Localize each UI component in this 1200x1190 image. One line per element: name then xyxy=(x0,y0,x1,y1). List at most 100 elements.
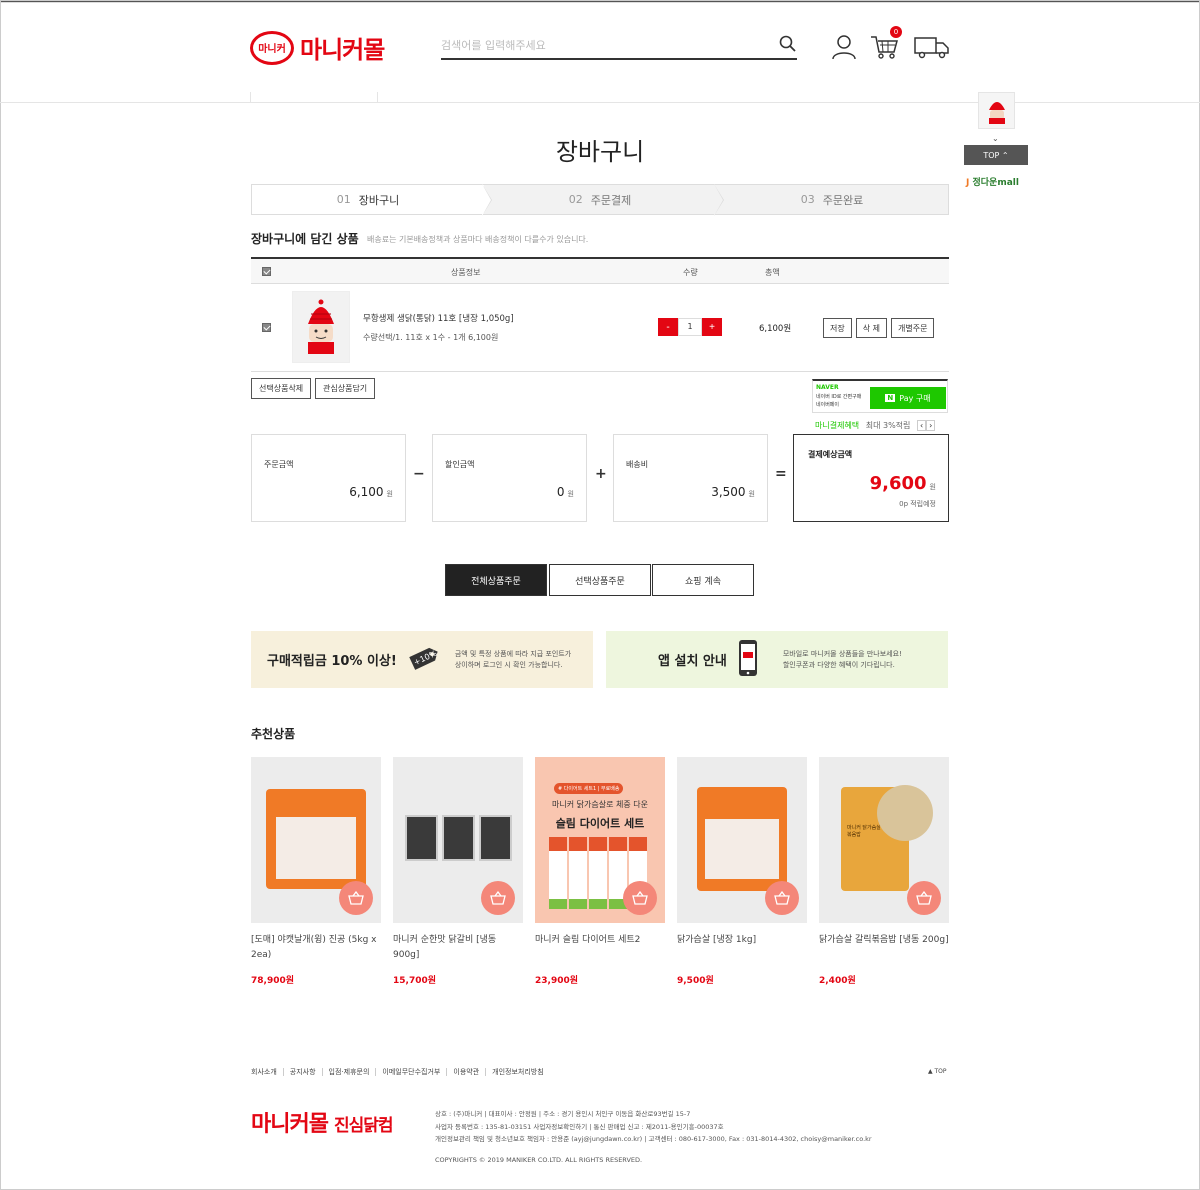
benefit-next-arrow[interactable]: › xyxy=(926,420,936,431)
site-logo[interactable]: 마니커 마니커몰 xyxy=(250,30,385,65)
company-info-line-2: 사업자 등록번호 : 135-81-03151 사업자정보확인하기 | 통신 판… xyxy=(435,1122,724,1131)
search-icon[interactable] xyxy=(779,35,797,56)
order-all-button[interactable]: 전체상품주문 xyxy=(445,564,547,596)
add-to-wishlist-button[interactable]: 관심상품담기 xyxy=(315,378,376,399)
product-card[interactable]: 닭가슴살 [냉장 1kg] 9,500원 xyxy=(677,757,807,986)
step-number: 02 xyxy=(568,193,583,206)
points-banner[interactable]: 구매적립금 10% 이상! +10% 금액 및 특정 상품에 따라 지급 포인트… xyxy=(251,631,593,688)
product-card-name[interactable]: 마니커 슬림 다이어트 세트2 xyxy=(535,933,665,965)
step-payment: 02 주문결제 xyxy=(484,184,724,216)
naver-pay-box: NAVER 네이버 ID로 간편구매 네이버페이 N Pay 구매 xyxy=(812,379,948,413)
product-image[interactable] xyxy=(251,757,381,923)
minus-operator: − xyxy=(413,466,425,482)
shipping-policy-note: 배송료는 기본배송정책과 상품마다 배송정책이 다를수가 있습니다. xyxy=(367,235,589,244)
product-card-price: 9,500원 xyxy=(677,976,714,986)
product-card-name[interactable]: 마니커 순한맛 닭갈비 [냉동 900g] xyxy=(393,933,523,965)
add-to-cart-icon[interactable] xyxy=(907,881,941,915)
product-card-name[interactable]: 닭가슴살 [냉장 1kg] xyxy=(677,933,807,965)
col-product-info: 상품정보 xyxy=(451,268,481,277)
footer-logo-sub: 진심닭컴 xyxy=(333,1116,394,1136)
footer-top-link[interactable]: ▲ TOP xyxy=(928,1068,947,1075)
delivery-truck-icon[interactable] xyxy=(914,34,950,63)
expected-points: 0p 적립예정 xyxy=(899,500,936,508)
quantity-stepper: - 1 + xyxy=(658,318,722,336)
add-to-cart-icon[interactable] xyxy=(481,881,515,915)
product-card[interactable]: [도매] 야캣날개(윙) 진공 (5kg x 2ea) 78,900원 xyxy=(251,757,381,986)
final-amount-label: 결제예상금액 xyxy=(808,450,853,459)
cart-item-row: 무항생제 생닭(통닭) 11호 [냉장 1,050g] 수량선택/1. 11호 … xyxy=(251,284,949,372)
won-unit: 원 xyxy=(929,483,936,491)
benefit-label[interactable]: 마니결제혜택 xyxy=(815,421,859,430)
save-item-button[interactable]: 저장 xyxy=(823,318,852,338)
order-selected-button[interactable]: 선택상품주문 xyxy=(549,564,651,596)
product-image[interactable] xyxy=(393,757,523,923)
product-card-price: 2,400원 xyxy=(819,976,856,986)
search-input[interactable] xyxy=(441,38,741,52)
smartphone-icon xyxy=(737,639,759,680)
naver-pay-button[interactable]: N Pay 구매 xyxy=(870,387,946,409)
page-title: 장바구니 xyxy=(555,138,645,166)
footer-link[interactable]: 공지사항 xyxy=(282,1068,322,1076)
app-desc-1: 모바일로 마니커몰 상품들을 만나보세요! xyxy=(782,649,902,658)
category-nav-stub xyxy=(250,92,378,102)
product-card[interactable]: # 다이어트 세트1 | 무료배송 마니커 닭가슴살로 체중 다운 슬림 다이어… xyxy=(535,757,665,986)
cart-section-title: 장바구니에 담긴 상품 xyxy=(251,232,359,246)
step-complete: 03 주문완료 xyxy=(716,185,948,214)
qty-plus-button[interactable]: + xyxy=(702,318,722,336)
order-amount-box: 주문금액 6,100 원 xyxy=(251,434,406,522)
product-card[interactable]: 마니커 닭가슴살 갈릭 볶음밥 닭가슴살 갈릭볶음밥 [냉동 200g] 2,4… xyxy=(819,757,949,986)
package-graphic xyxy=(697,787,787,891)
footer-link[interactable]: 이메일무단수집거부 xyxy=(375,1068,446,1076)
benefit-prev-arrow[interactable]: ‹ xyxy=(916,420,927,431)
select-all-checkbox[interactable] xyxy=(262,267,271,276)
quick-mascot-image[interactable] xyxy=(978,92,1015,129)
company-info-line-1: 상호 : (주)마니커 | 대표이사 : 안정원 | 주소 : 경기 용인시 처… xyxy=(435,1110,691,1118)
step-label: 주문결제 xyxy=(590,193,632,207)
won-unit: 원 xyxy=(748,490,755,498)
step-arrow-fill xyxy=(714,184,723,216)
product-image[interactable]: 마니커 닭가슴살 갈릭 볶음밥 xyxy=(819,757,949,923)
naver-desc-1: 네이버 ID로 간편구매 xyxy=(816,394,862,400)
qty-minus-button[interactable]: - xyxy=(658,318,678,336)
product-card-name[interactable]: 닭가슴살 갈릭볶음밥 [냉동 200g] xyxy=(819,933,949,965)
qty-input[interactable]: 1 xyxy=(678,318,702,336)
product-image[interactable] xyxy=(677,757,807,923)
product-image[interactable]: # 다이어트 세트1 | 무료배송 마니커 닭가슴살로 체중 다운 슬림 다이어… xyxy=(535,757,665,923)
item-checkbox[interactable] xyxy=(262,323,271,332)
cart-icon[interactable]: 0 xyxy=(870,26,902,63)
add-to-cart-icon[interactable] xyxy=(339,881,373,915)
step-cart: 01 장바구니 xyxy=(252,184,492,216)
product-name[interactable]: 무항생제 생닭(통닭) 11호 [냉장 1,050g] xyxy=(363,312,514,324)
delete-selected-button[interactable]: 선택상품삭제 xyxy=(251,378,312,399)
delete-item-button[interactable]: 삭 제 xyxy=(855,318,887,338)
points-desc-1: 금액 및 특정 상품에 따라 지급 포인트가 xyxy=(454,649,572,658)
won-unit: 원 xyxy=(567,490,574,498)
user-icon[interactable] xyxy=(830,34,858,63)
discount-label: 할인금액 xyxy=(445,460,475,469)
footer-link[interactable]: 이용약관 xyxy=(446,1068,485,1076)
naver-desc-2: 네이버페이 xyxy=(816,402,840,408)
add-to-cart-icon[interactable] xyxy=(765,881,799,915)
footer-link[interactable]: 개인정보처리방침 xyxy=(485,1068,550,1076)
step-label: 주문완료 xyxy=(822,193,864,207)
product-card-name[interactable]: [도매] 야캣날개(윙) 진공 (5kg x 2ea) xyxy=(251,933,381,965)
product-option: 수량선택/1. 11호 x 1수 - 1개 6,100원 xyxy=(363,333,499,342)
continue-shopping-button[interactable]: 쇼핑 계속 xyxy=(652,564,754,596)
footer-link[interactable]: 입점·제휴문의 xyxy=(321,1068,376,1076)
order-item-button[interactable]: 개별주문 xyxy=(891,318,935,338)
won-unit: 원 xyxy=(386,490,393,498)
product-thumbnail[interactable] xyxy=(292,291,350,363)
package-window xyxy=(705,819,779,879)
product-card[interactable]: 마니커 순한맛 닭갈비 [냉동 900g] 15,700원 xyxy=(393,757,523,986)
search-bar xyxy=(441,32,797,60)
fried-rice-bowl-graphic xyxy=(877,785,933,841)
naver-n-icon: N xyxy=(885,394,896,402)
header-divider xyxy=(0,102,1200,103)
shipping-fee-box: 배송비 3,500 원 xyxy=(613,434,768,522)
jungdawn-mall-link[interactable]: J 정다운mall xyxy=(966,175,1019,188)
app-install-banner[interactable]: 앱 설치 안내 모바일로 마니커몰 상품들을 만나보세요! 할인쿠폰과 다양한 … xyxy=(606,631,948,688)
plus-operator: + xyxy=(595,466,607,482)
product-card-price: 23,900원 xyxy=(535,976,579,986)
footer-link[interactable]: 회사소개 xyxy=(251,1068,283,1076)
add-to-cart-icon[interactable] xyxy=(623,881,657,915)
